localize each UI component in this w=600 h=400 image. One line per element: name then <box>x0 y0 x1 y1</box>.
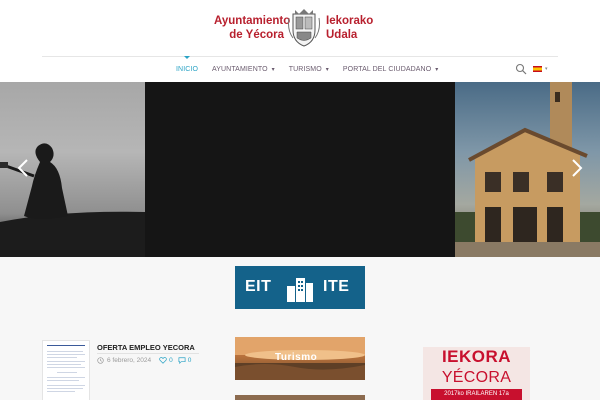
iekora-date: 2017ko IRAILAREN 17a <box>431 389 522 400</box>
coat-of-arms-icon[interactable] <box>287 8 321 48</box>
news-date: 6 febrero, 2024 <box>107 357 152 364</box>
doc-text-line <box>47 380 79 381</box>
search-icon[interactable] <box>515 63 527 75</box>
doc-text-line <box>47 391 75 392</box>
chevron-down-icon: ▾ <box>325 66 329 73</box>
chevron-down-icon: ▾ <box>435 66 439 73</box>
news-meta: 6 febrero, 2024 0 0 <box>97 357 196 364</box>
doc-heading-line <box>47 345 85 346</box>
doc-text-line <box>47 357 77 358</box>
buildings-icon <box>287 278 313 302</box>
nav-item-ayuntamiento[interactable]: AYUNTAMIENTO ▾ <box>212 58 275 80</box>
turismo-banner[interactable]: Turismo <box>235 337 365 380</box>
iekora-poster[interactable]: IEKORA YÉCORA 2017ko IRAILAREN 17a <box>423 347 530 400</box>
doc-text-line <box>47 377 85 378</box>
clock-icon <box>97 357 104 364</box>
site-header: Ayuntamiento de Yécora Iekorako Udala IN… <box>0 0 600 82</box>
comment-icon[interactable] <box>178 357 186 364</box>
news-title-link[interactable]: OFERTA EMPLEO YECORA <box>97 343 195 352</box>
nav-item-portal-ciudadano[interactable]: PORTAL DEL CIUDADANO ▾ <box>343 58 438 80</box>
nav-item-label: TURISMO <box>288 65 322 73</box>
doc-text-line <box>47 351 83 352</box>
yecora-title: YÉCORA <box>441 369 512 386</box>
eit-label: EIT <box>245 278 272 295</box>
secondary-banner[interactable] <box>235 395 365 400</box>
comments-count: 0 <box>187 357 192 364</box>
nav-item-inicio[interactable]: INICIO <box>176 56 198 80</box>
chevron-right-icon[interactable] <box>570 158 584 178</box>
logo-right-line1: Iekorako <box>326 15 374 27</box>
logo-spanish-name[interactable]: Ayuntamiento de Yécora <box>214 14 291 42</box>
doc-text-line <box>47 354 85 355</box>
turismo-label: Turismo <box>275 352 318 363</box>
news-divider <box>97 353 199 354</box>
nav-item-label: INICIO <box>176 65 198 73</box>
nav-item-label: AYUNTAMIENTO <box>212 65 268 73</box>
doc-text-line <box>47 385 85 386</box>
doc-text-line <box>47 364 81 365</box>
spain-flag-icon <box>533 66 542 72</box>
logo-basque-name[interactable]: Iekorako Udala <box>326 14 386 42</box>
logo-left-line2: de Yécora <box>229 29 284 41</box>
eit-banner[interactable]: EIT ITE <box>235 266 365 309</box>
chevron-down-icon: ▾ <box>271 66 275 73</box>
heart-icon[interactable] <box>159 357 167 364</box>
slide-image-current <box>145 82 455 257</box>
doc-text-line <box>47 367 85 368</box>
nav-item-turismo[interactable]: TURISMO ▾ <box>289 58 329 80</box>
language-selector[interactable]: ▾ <box>533 64 553 74</box>
header-divider <box>42 56 558 57</box>
main-navigation: INICIO AYUNTAMIENTO ▾ TURISMO ▾ PORTAL D… <box>176 56 452 80</box>
doc-text-line <box>47 388 83 389</box>
page-content: EIT ITE OFERTA EMPLEO YECORA 6 febrero, … <box>0 257 600 400</box>
likes-count: 0 <box>169 357 173 364</box>
doc-text-line <box>47 361 85 362</box>
doc-text-line <box>57 372 77 373</box>
hero-slider <box>0 82 600 257</box>
chevron-down-icon: ▾ <box>545 66 548 72</box>
nav-item-label: PORTAL DEL CIUDADANO <box>342 65 432 73</box>
logo-left-line1: Ayuntamiento <box>214 15 291 27</box>
news-thumbnail[interactable] <box>42 340 90 400</box>
chevron-left-icon[interactable] <box>16 158 30 178</box>
iekora-title: IEKORA <box>441 347 512 366</box>
ite-label: ITE <box>323 278 350 295</box>
logo-right-line2: Udala <box>326 29 358 41</box>
